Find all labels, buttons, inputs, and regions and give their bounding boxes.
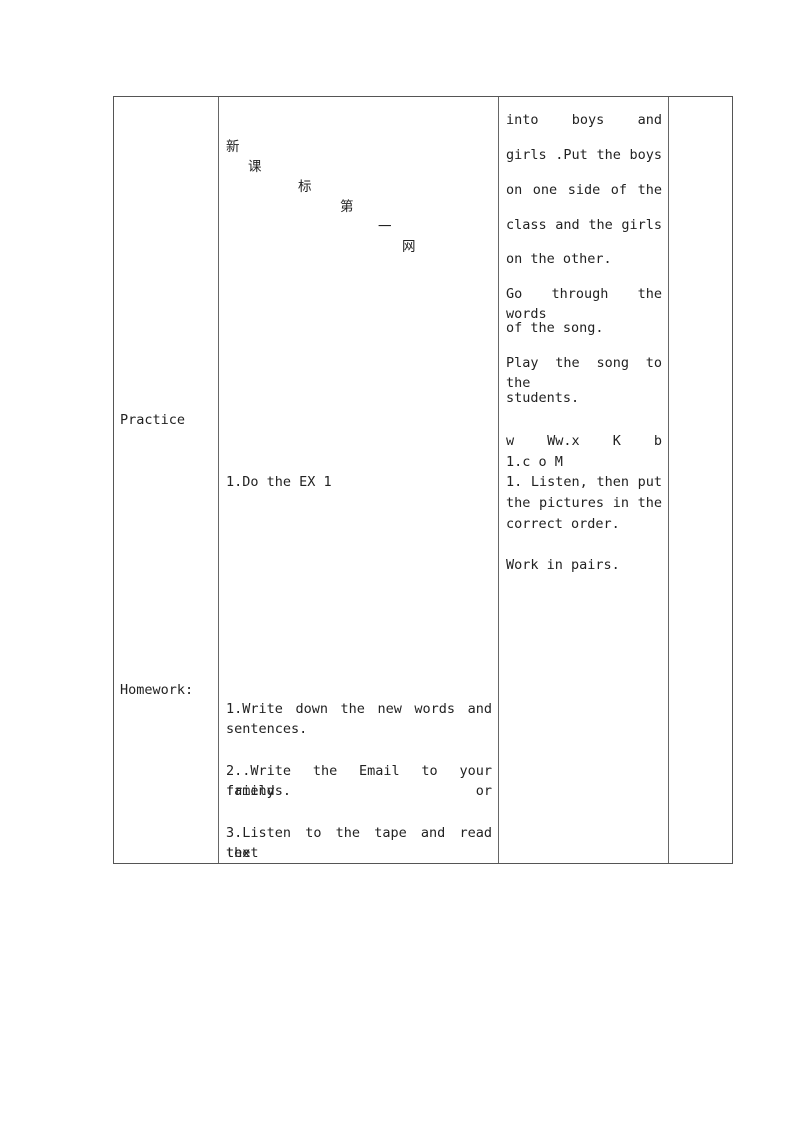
header-char: 标 — [298, 179, 312, 195]
practice-label: Practice — [120, 412, 186, 428]
homework-item: 1.Write down the new words and — [226, 701, 492, 717]
activity-line: girls .Put the boys — [506, 147, 662, 163]
practice-item: 1.Do the EX 1 — [226, 474, 332, 490]
header-char: 第 — [340, 199, 354, 215]
activity-line: Work in pairs. — [506, 557, 620, 573]
header-char: 网 — [402, 239, 416, 255]
homework-item: 3.Listen to the tape and read the — [226, 825, 492, 861]
header-char: 课 — [248, 159, 262, 175]
column-divider — [498, 97, 499, 863]
activity-line: 1. Listen, then put — [506, 474, 662, 490]
activity-line: students. — [506, 390, 580, 406]
activity-line: on the other. — [506, 251, 612, 267]
homework-item-cont: sentences. — [226, 721, 308, 737]
homework-label: Homework: — [120, 682, 194, 698]
activity-line: class and the girls — [506, 217, 662, 233]
column-divider — [218, 97, 219, 863]
header-char: 新 — [226, 139, 240, 155]
homework-item-cont: friends. — [226, 783, 292, 799]
watermark-text: w Ww.x K b — [506, 433, 662, 449]
column-divider — [668, 97, 669, 863]
activity-line: correct order. — [506, 516, 620, 532]
watermark-text: 1.c o M — [506, 454, 563, 470]
site-header: 新 课 标 第 一 网 — [226, 117, 426, 277]
activity-line: on one side of the — [506, 182, 662, 198]
activity-line: into boys and — [506, 112, 662, 128]
activity-line: the pictures in the — [506, 495, 662, 511]
activity-line: Play the song to the — [506, 355, 662, 391]
lesson-plan-table: Practice Homework: 新 课 标 第 一 网 1.Do the … — [113, 96, 733, 864]
activity-line: of the song. — [506, 320, 604, 336]
header-char: 一 — [378, 219, 392, 235]
homework-item-cont: text — [226, 845, 259, 861]
